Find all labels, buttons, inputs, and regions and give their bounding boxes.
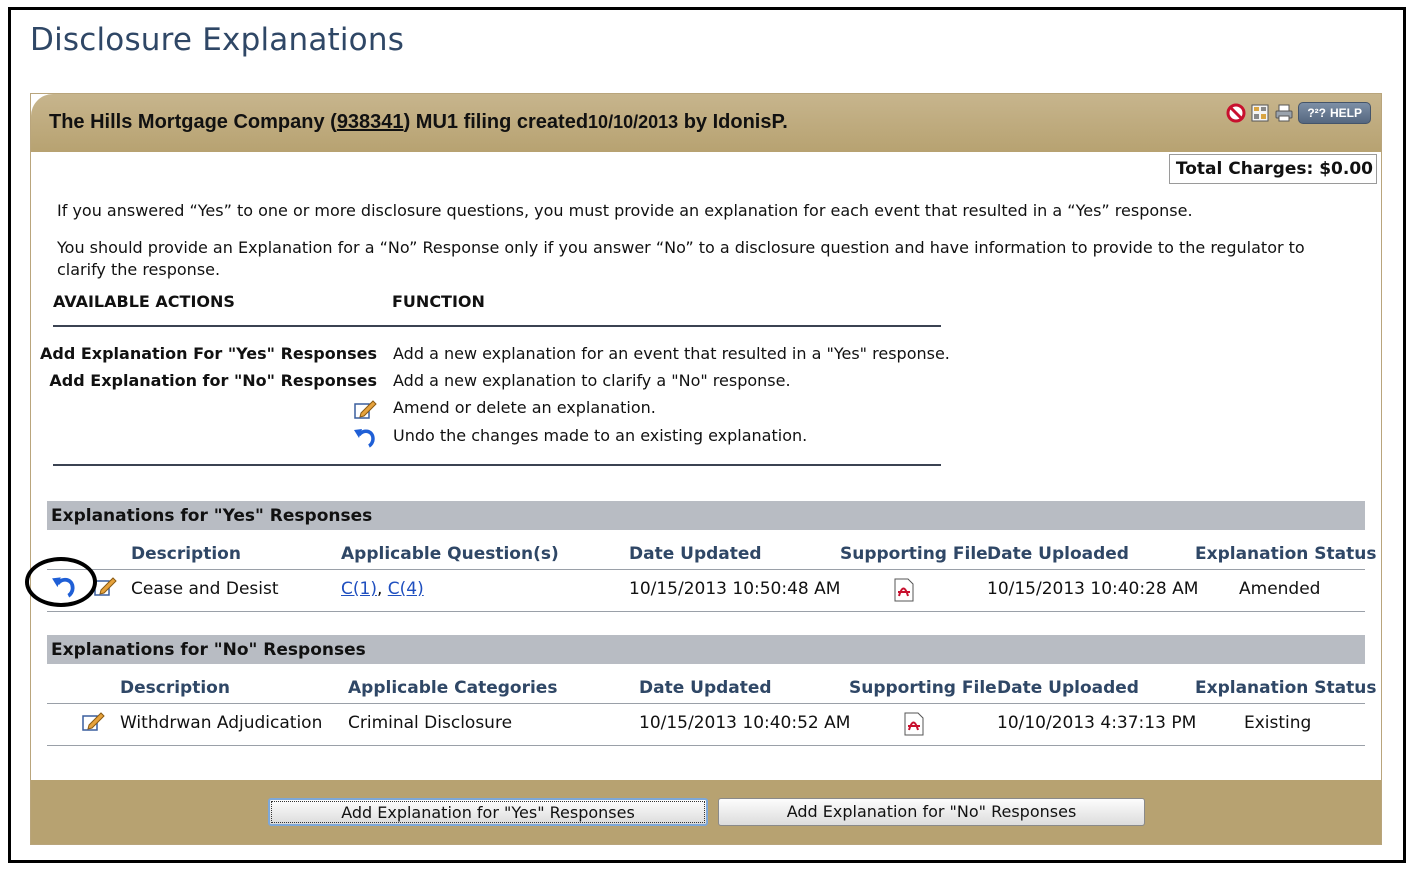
yes-row-description: Cease and Desist — [131, 579, 279, 599]
highlight-circle — [25, 557, 97, 607]
no-row-date-uploaded: 10/10/2013 4:37:13 PM — [997, 713, 1197, 733]
action-label-add-yes: Add Explanation For "Yes" Responses — [39, 344, 377, 363]
action-row-edit: Amend or delete an explanation. — [31, 398, 951, 424]
help-question-icon: ?²? — [1307, 106, 1326, 120]
yes-row-status: Amended — [1239, 579, 1321, 599]
no-col-status: Explanation Status — [1195, 678, 1377, 698]
action-row-add-no: Add Explanation for "No" Responses Add a… — [31, 371, 951, 397]
no-row-status: Existing — [1244, 713, 1312, 733]
action-desc-undo: Undo the changes made to an existing exp… — [393, 426, 808, 445]
no-section-bar: Explanations for "No" Responses — [47, 635, 1365, 664]
pdf-icon[interactable] — [903, 712, 925, 741]
help-button[interactable]: ?²? HELP — [1298, 102, 1371, 124]
edit-icon[interactable] — [81, 710, 105, 732]
no-row-description: Withdrwan Adjudication — [120, 713, 323, 733]
yes-row-date-updated: 10/15/2013 10:50:48 AM — [629, 579, 841, 599]
action-row-undo: Undo the changes made to an existing exp… — [31, 426, 951, 452]
no-section-title: Explanations for "No" Responses — [51, 640, 366, 660]
no-row-category: Criminal Disclosure — [348, 713, 513, 733]
action-desc-edit: Amend or delete an explanation. — [393, 398, 656, 417]
pdf-icon[interactable] — [893, 578, 915, 607]
yes-col-status: Explanation Status — [1195, 544, 1377, 564]
yes-col-questions: Applicable Question(s) — [341, 544, 559, 564]
created-date: 10/10/2013 — [588, 112, 679, 132]
action-row-add-yes: Add Explanation For "Yes" Responses Add … — [31, 344, 951, 370]
no-row-date-updated: 10/15/2013 10:40:52 AM — [639, 713, 851, 733]
add-yes-explanation-button[interactable]: Add Explanation for "Yes" Responses — [268, 798, 708, 826]
action-footer: Add Explanation for "Yes" Responses Add … — [31, 780, 1381, 844]
filing-header: The Hills Mortgage Company (938341) MU1 … — [31, 94, 1381, 152]
no-col-date-updated: Date Updated — [639, 678, 772, 698]
total-charges: Total Charges: $0.00 — [1168, 154, 1377, 184]
question-link-c1[interactable]: C(1) — [341, 579, 377, 599]
company-suffix: ) MU1 filing created — [403, 111, 589, 133]
yes-col-date-updated: Date Updated — [629, 544, 762, 564]
filing-number[interactable]: 938341 — [337, 111, 404, 133]
edit-icon — [353, 398, 377, 420]
actions-bottom-rule — [53, 464, 941, 466]
yes-col-supporting-file: Supporting File — [840, 544, 988, 564]
yes-section-title: Explanations for "Yes" Responses — [51, 506, 373, 526]
no-col-categories: Applicable Categories — [348, 678, 558, 698]
yes-section-bar: Explanations for "Yes" Responses — [47, 501, 1365, 530]
printer-icon[interactable] — [1274, 103, 1294, 123]
yes-row-questions: C(1), C(4) — [341, 579, 424, 599]
no-col-date-uploaded: Date Uploaded — [997, 678, 1139, 698]
no-entry-icon[interactable] — [1226, 103, 1246, 123]
intro-no-text: You should provide an Explanation for a … — [57, 238, 1305, 279]
grid-icon[interactable] — [1250, 103, 1270, 123]
help-label: HELP — [1329, 106, 1362, 120]
no-col-supporting-file: Supporting File — [849, 678, 997, 698]
available-actions-heading: AVAILABLE ACTIONS — [53, 292, 235, 311]
created-by: by IdonisP. — [678, 111, 788, 133]
no-row-divider — [47, 745, 1365, 746]
intro-yes-text: If you answered “Yes” to one or more dis… — [57, 201, 1193, 220]
action-label-add-no: Add Explanation for "No" Responses — [49, 371, 377, 390]
undo-icon — [353, 426, 377, 448]
question-link-c4[interactable]: C(4) — [388, 579, 424, 599]
yes-col-date-uploaded: Date Uploaded — [987, 544, 1129, 564]
company-prefix: The Hills Mortgage Company ( — [49, 111, 337, 133]
question-separator: , — [376, 579, 388, 599]
header-toolbar: ?²? HELP — [1226, 102, 1371, 124]
no-col-description: Description — [120, 678, 230, 698]
actions-top-rule — [53, 325, 941, 327]
action-desc-add-no: Add a new explanation to clarify a "No" … — [393, 371, 791, 390]
function-heading: FUNCTION — [392, 292, 485, 311]
yes-row-divider — [47, 611, 1365, 612]
no-header-divider — [47, 703, 1365, 704]
yes-row-date-uploaded: 10/15/2013 10:40:28 AM — [987, 579, 1199, 599]
page-title: Disclosure Explanations — [30, 22, 405, 58]
yes-col-description: Description — [131, 544, 241, 564]
filing-panel: The Hills Mortgage Company (938341) MU1 … — [30, 93, 1382, 845]
filing-title: The Hills Mortgage Company (938341) MU1 … — [49, 111, 788, 134]
yes-header-divider — [47, 569, 1365, 570]
action-desc-add-yes: Add a new explanation for an event that … — [393, 344, 950, 363]
add-no-explanation-button[interactable]: Add Explanation for "No" Responses — [718, 798, 1145, 826]
